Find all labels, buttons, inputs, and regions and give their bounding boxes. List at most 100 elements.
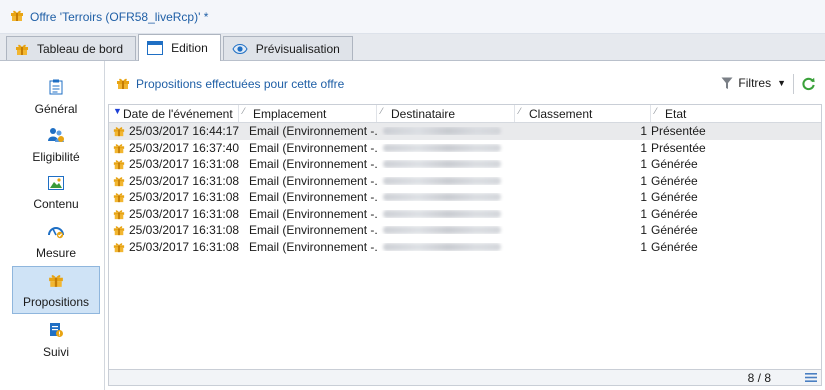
gift-icon	[113, 241, 125, 253]
sidebar-item-label: Mesure	[35, 245, 76, 260]
tab-tableau-de-bord[interactable]: Tableau de bord	[6, 36, 137, 60]
cell-rank: 1	[640, 157, 647, 172]
sort-desc-icon: ▼	[113, 106, 122, 116]
cell-state: Présentée	[651, 140, 706, 155]
gift-icon	[113, 191, 125, 203]
table-row[interactable]: 25/03/2017 16:37:40 Email (Environnement…	[109, 140, 821, 157]
filters-button[interactable]: Filtres ▼	[721, 76, 786, 90]
list-options-icon[interactable]	[805, 372, 817, 386]
users-icon	[47, 127, 65, 146]
sidebar: Général Eligibilité Contenu Mesure Propo…	[0, 61, 105, 390]
toolbar-separator	[793, 74, 794, 94]
sort-icon: ⁄	[381, 106, 383, 116]
table-row[interactable]: 25/03/2017 16:31:08 Email (Environnement…	[109, 222, 821, 239]
cell-state: Générée	[651, 206, 698, 221]
cell-date: 25/03/2017 16:31:08	[129, 173, 239, 188]
gift-icon	[10, 8, 24, 25]
eye-icon	[232, 43, 248, 55]
cell-date: 25/03/2017 16:44:17	[129, 124, 239, 139]
blurred-recipient	[383, 176, 501, 185]
blurred-recipient	[383, 193, 501, 202]
cell-location: Email (Environnement -...	[249, 157, 377, 172]
sidebar-item-general[interactable]: Général	[12, 73, 100, 121]
refresh-icon[interactable]	[801, 76, 816, 94]
table-header: ▼ Date de l'événement ⁄ Emplacement ⁄ Desti…	[109, 105, 821, 123]
cell-state: Générée	[651, 173, 698, 188]
cell-state: Générée	[651, 223, 698, 238]
gauge-icon	[47, 223, 65, 242]
cell-location: Email (Environnement -...	[249, 140, 377, 155]
gift-icon	[113, 142, 125, 154]
gift-icon	[15, 42, 29, 56]
sidebar-item-mesure[interactable]: Mesure	[12, 217, 100, 265]
cell-date: 25/03/2017 16:31:08	[129, 223, 239, 238]
toolbar: Propositions effectuées pour cette offre…	[108, 70, 822, 98]
cell-state: Présentée	[651, 124, 706, 139]
cell-recipient	[377, 193, 515, 202]
table-row[interactable]: 25/03/2017 16:31:08 Email (Environnement…	[109, 239, 821, 256]
sidebar-item-label: Général	[34, 101, 78, 116]
table-row[interactable]: 25/03/2017 16:31:08 Email (Environnement…	[109, 206, 821, 223]
cell-rank: 1	[640, 140, 647, 155]
tab-label: Edition	[171, 41, 208, 55]
main-panel: Propositions effectuées pour cette offre…	[108, 70, 822, 386]
column-header-destinataire[interactable]: ⁄ Destinataire	[377, 105, 515, 122]
tab-bar: Tableau de bord Edition Prévisualisation	[0, 34, 825, 61]
filters-label: Filtres	[738, 76, 772, 90]
gift-icon	[113, 158, 125, 170]
cell-state: Générée	[651, 190, 698, 205]
cell-location: Email (Environnement -...	[249, 173, 377, 188]
cell-state: Générée	[651, 157, 698, 172]
sidebar-item-label: Propositions	[22, 294, 90, 309]
cell-state: Générée	[651, 239, 698, 254]
table-body: 25/03/2017 16:44:17 Email (Environnement…	[109, 123, 821, 255]
blurred-recipient	[383, 143, 501, 152]
tab-edition[interactable]: Edition	[138, 34, 221, 61]
table-row[interactable]: 25/03/2017 16:31:08 Email (Environnement…	[109, 173, 821, 190]
table-row[interactable]: 25/03/2017 16:44:17 Email (Environnement…	[109, 123, 821, 140]
blurred-recipient	[383, 242, 501, 251]
column-header-date[interactable]: ▼ Date de l'événement	[109, 105, 239, 122]
tab-previsualisation[interactable]: Prévisualisation	[222, 36, 353, 60]
cell-recipient	[377, 209, 515, 218]
blurred-recipient	[383, 127, 501, 136]
gift-icon	[113, 208, 125, 220]
cell-date: 25/03/2017 16:31:08	[129, 239, 239, 254]
cell-rank: 1	[640, 173, 647, 188]
table-footer: 8 / 8	[109, 369, 821, 385]
sort-icon: ⁄	[519, 106, 521, 116]
row-count: 8 / 8	[747, 371, 771, 385]
window-icon	[147, 41, 164, 55]
cell-location: Email (Environnement -...	[249, 206, 377, 221]
sidebar-item-contenu[interactable]: Contenu	[12, 169, 100, 217]
cell-date: 25/03/2017 16:31:08	[129, 157, 239, 172]
gift-icon	[113, 224, 125, 236]
image-icon	[48, 175, 64, 193]
tab-label: Tableau de bord	[37, 41, 124, 56]
gift-icon	[113, 175, 125, 187]
table-row[interactable]: 25/03/2017 16:31:08 Email (Environnement…	[109, 189, 821, 206]
cell-recipient	[377, 226, 515, 235]
column-header-emplacement[interactable]: ⁄ Emplacement	[239, 105, 377, 122]
window-title: Offre 'Terroirs (OFR58_liveRcp)' *	[30, 9, 209, 24]
cell-location: Email (Environnement -...	[249, 239, 377, 254]
cell-rank: 1	[640, 190, 647, 205]
sidebar-item-eligibilite[interactable]: Eligibilité	[12, 121, 100, 169]
cell-rank: 1	[640, 239, 647, 254]
column-header-etat[interactable]: ⁄ Etat	[651, 105, 821, 122]
table-row[interactable]: 25/03/2017 16:31:08 Email (Environnement…	[109, 156, 821, 173]
cell-rank: 1	[640, 124, 647, 139]
clipboard-icon	[49, 79, 63, 98]
chevron-down-icon: ▼	[777, 78, 786, 88]
gift-icon	[48, 272, 64, 291]
cell-recipient	[377, 127, 515, 136]
cell-location: Email (Environnement -...	[249, 190, 377, 205]
propositions-table: ▼ Date de l'événement ⁄ Emplacement ⁄ Desti…	[108, 104, 822, 386]
sidebar-item-propositions[interactable]: Propositions	[12, 266, 100, 314]
gift-icon	[116, 76, 130, 93]
column-header-classement[interactable]: ⁄ Classement	[515, 105, 651, 122]
cell-recipient	[377, 176, 515, 185]
cell-location: Email (Environnement -...	[249, 223, 377, 238]
cell-rank: 1	[640, 206, 647, 221]
sidebar-item-suivi[interactable]: Suivi	[12, 316, 100, 364]
